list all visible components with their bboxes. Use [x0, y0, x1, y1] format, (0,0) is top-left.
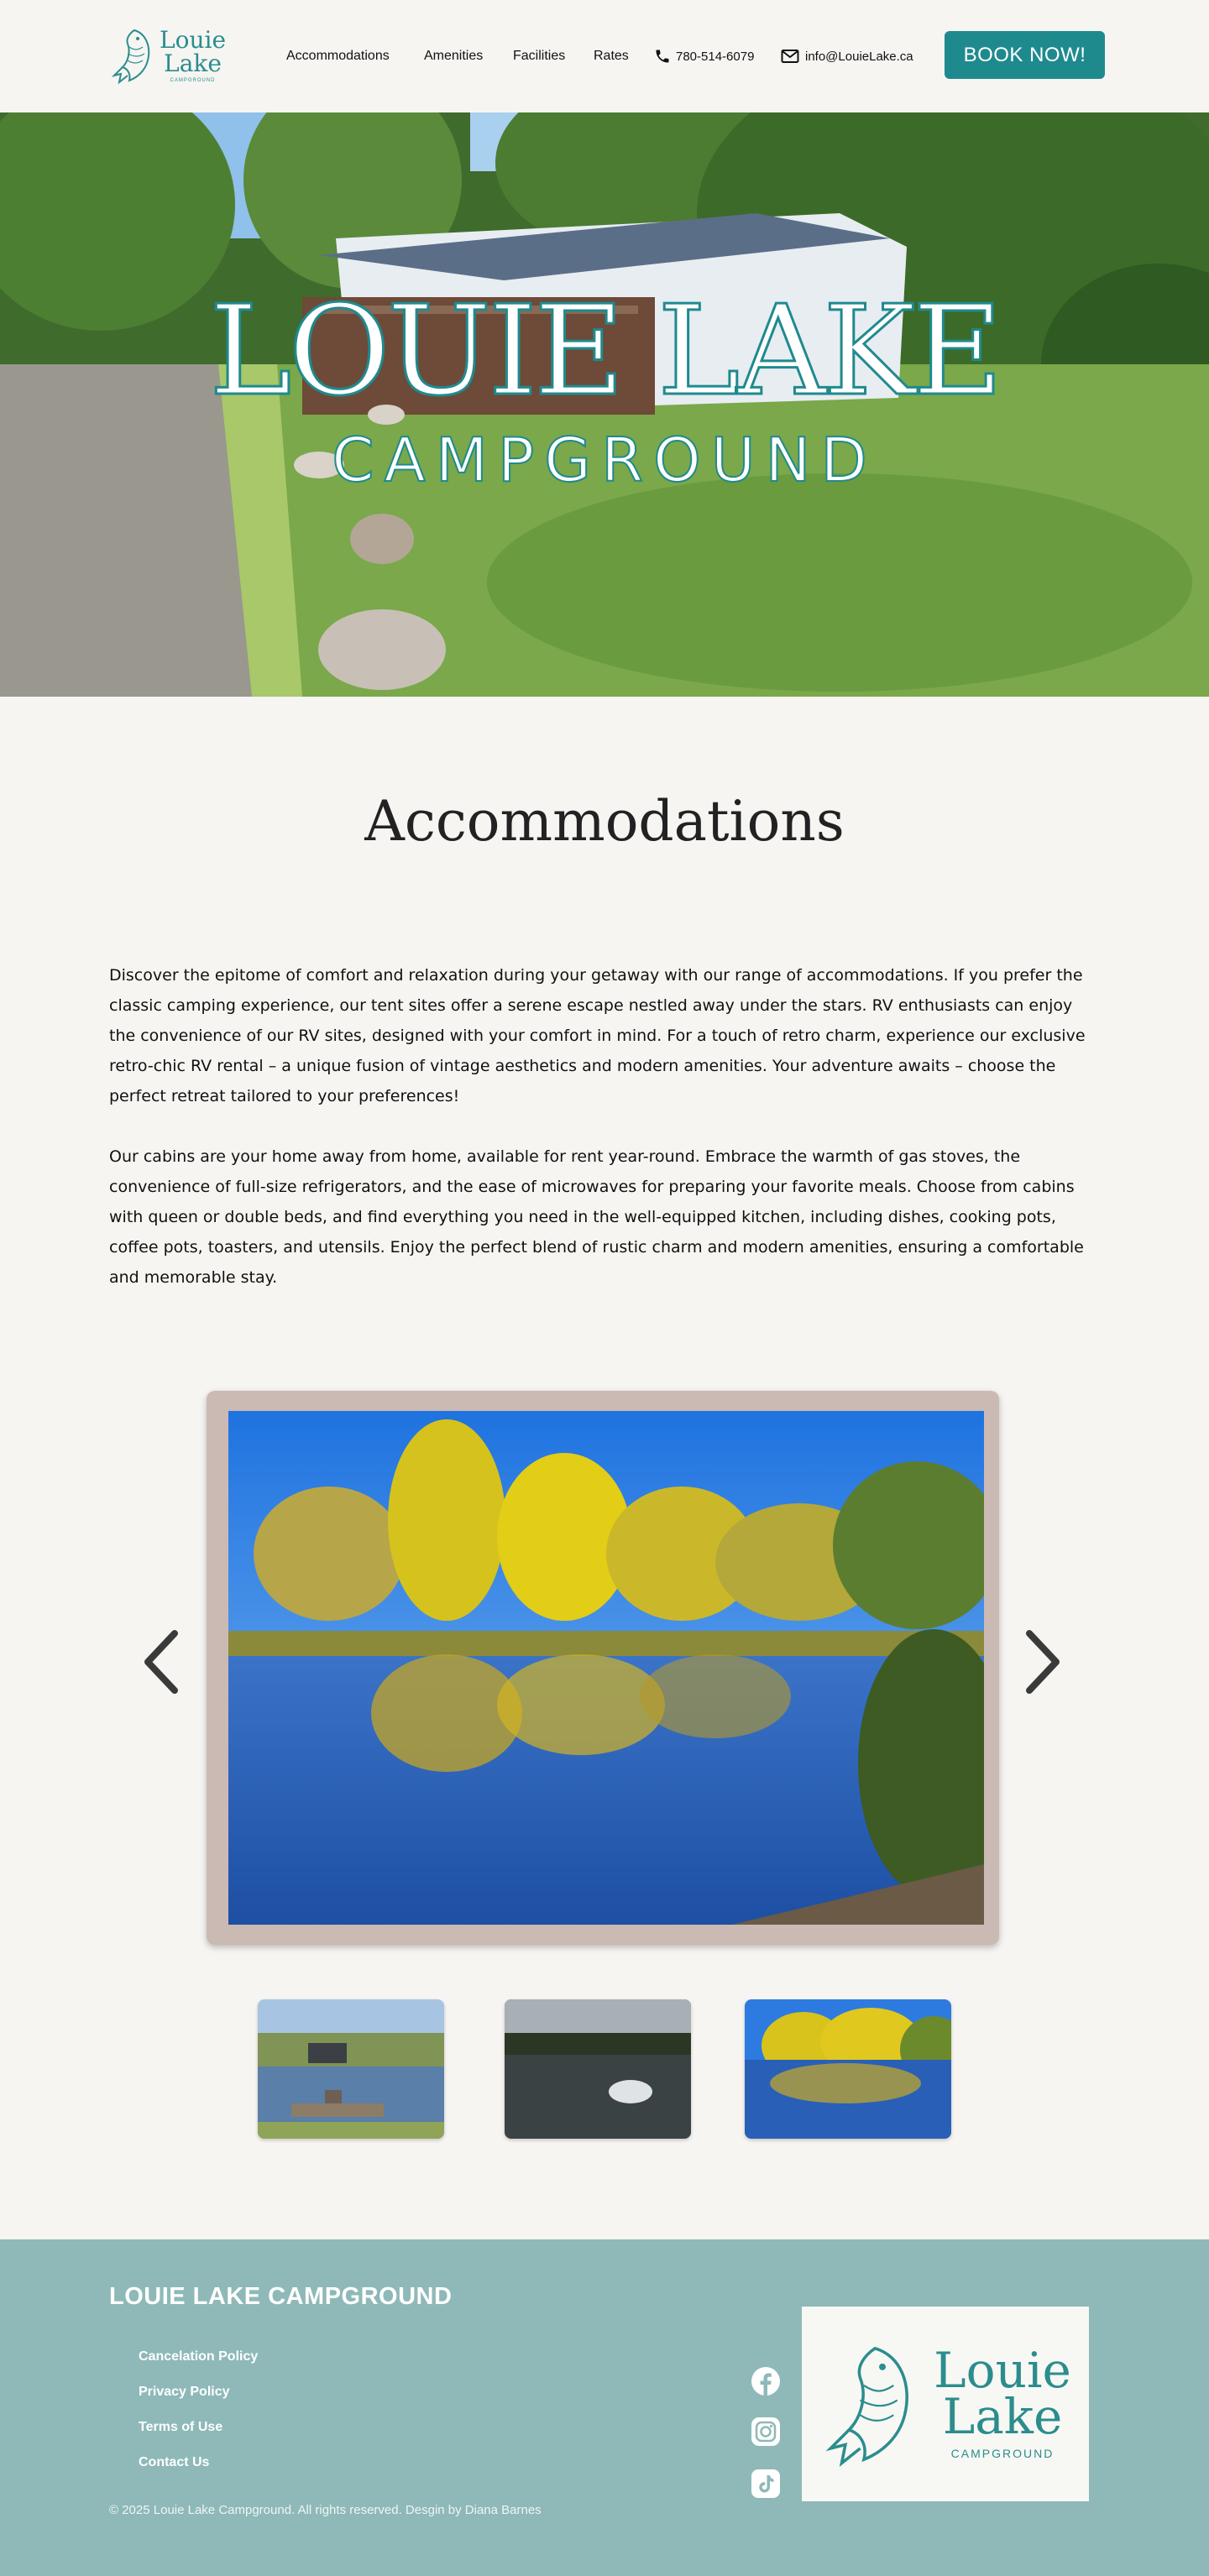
phone-link[interactable]: 780-514-6079 [654, 44, 754, 69]
facebook-icon [751, 2367, 780, 2396]
instagram-icon [751, 2417, 780, 2446]
tiktok-icon [751, 2469, 780, 2498]
hero-banner: LOUIE LAKE CAMPGROUND [0, 112, 1209, 697]
tiktok-link[interactable] [750, 2468, 782, 2500]
page-title: Accommodations [364, 789, 845, 854]
logo-word-campground: CAMPGROUND [170, 77, 216, 83]
chevron-left-icon [144, 1630, 178, 1694]
footer-title: LOUIE LAKE CAMPGROUND [109, 2283, 453, 2310]
footer-logo-word-campground: CAMPGROUND [950, 2447, 1055, 2461]
gallery-prev-button[interactable] [141, 1628, 181, 1696]
footer-link-cancelation-policy[interactable]: Cancelation Policy [139, 2349, 258, 2384]
gallery-thumbnail-dusk[interactable] [505, 1999, 691, 2139]
footer-link-privacy-policy[interactable]: Privacy Policy [139, 2384, 258, 2419]
intro-paragraph: Discover the epitome of comfort and rela… [109, 966, 1086, 1105]
footer-logo-word-louie: Louie [934, 2342, 1071, 2400]
gallery-thumbnail-dock[interactable] [258, 1999, 444, 2139]
nav-item-amenities[interactable]: Amenities [424, 44, 483, 69]
trout-logo-icon [825, 2346, 909, 2468]
lake-autumn-photo [228, 1411, 984, 1925]
facebook-link[interactable] [750, 2365, 782, 2397]
gallery-main-image [207, 1391, 999, 1945]
envelope-icon [781, 50, 799, 63]
nav-item-facilities[interactable]: Facilities [513, 44, 565, 69]
site-footer: LOUIE LAKE CAMPGROUND Cancelation Policy… [0, 2239, 1209, 2576]
site-logo[interactable]: Louie Lake CAMPGROUND [109, 24, 227, 87]
logo-word-louie: Louie [160, 25, 227, 54]
hero-title: LOUIE LAKE [208, 279, 1005, 423]
trout-logo-icon [111, 29, 150, 85]
footer-links: Cancelation Policy Privacy Policy Terms … [139, 2349, 258, 2490]
email-address: info@LouieLake.ca [805, 49, 913, 64]
site-header: Louie Lake CAMPGROUND Accommodations Ame… [0, 0, 1209, 112]
footer-link-terms-of-use[interactable]: Terms of Use [139, 2419, 258, 2454]
footer-link-contact-us[interactable]: Contact Us [139, 2454, 258, 2490]
book-now-button[interactable]: BOOK NOW! [945, 31, 1105, 79]
nav-item-accommodations[interactable]: Accommodations [286, 44, 390, 69]
logo-word-lake: Lake [164, 49, 222, 77]
nav-item-rates[interactable]: Rates [594, 44, 629, 69]
chevron-right-icon [1026, 1630, 1060, 1694]
phone-number: 780-514-6079 [676, 49, 755, 64]
gallery-next-button[interactable] [1023, 1628, 1063, 1696]
instagram-link[interactable] [750, 2416, 782, 2448]
copyright-text: © 2025 Louie Lake Campground. All rights… [109, 2503, 542, 2517]
hero-subtitle: CAMPGROUND [331, 425, 877, 495]
phone-icon [656, 50, 669, 63]
cabins-paragraph: Our cabins are your home away from home,… [109, 1147, 1084, 1287]
footer-logo-word-lake: Lake [942, 2388, 1063, 2446]
gallery-thumbnail-autumn[interactable] [745, 1999, 951, 2139]
footer-logo: Louie Lake CAMPGROUND [802, 2307, 1089, 2501]
email-link[interactable]: info@LouieLake.ca [780, 44, 913, 69]
